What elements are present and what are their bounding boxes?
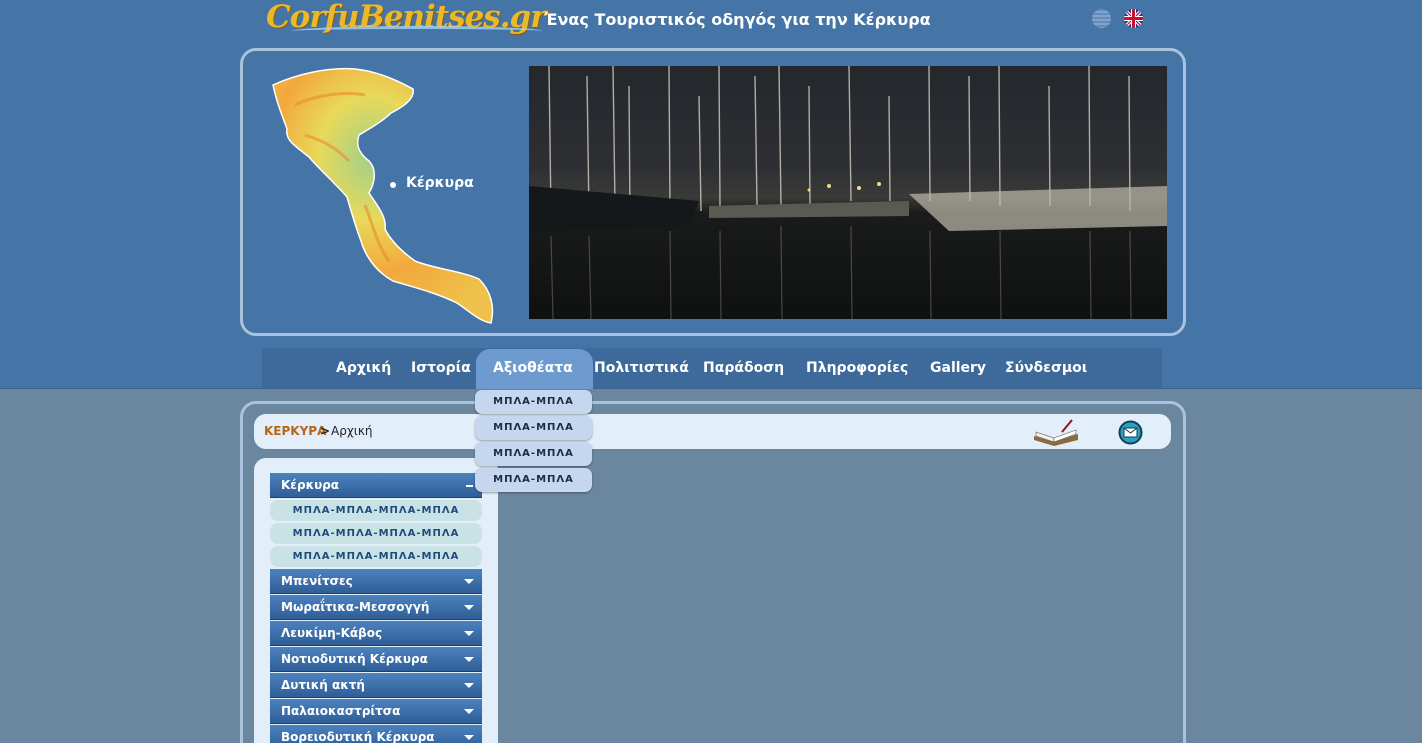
dropdown-item[interactable]: ΜΠΛΑ-ΜΠΛΑ: [475, 442, 592, 466]
breadcrumb-root-link[interactable]: ΚΕΡΚΥΡΑ: [264, 424, 326, 438]
site-header: CorfuBenitses.gr Ένας Τουριστικός οδηγός…: [262, 0, 1162, 44]
chevron-down-icon: [464, 657, 474, 662]
breadcrumb-current: Αρχική: [331, 424, 373, 438]
logo-swoosh: [292, 26, 542, 36]
chevron-down-icon: [464, 709, 474, 714]
corfu-map: [272, 67, 494, 324]
sidebar-item-paleokastritsa[interactable]: Παλαιοκαστρίτσα: [270, 699, 482, 724]
menu-culture[interactable]: Πολιτιστικά: [594, 348, 689, 388]
sidebar-item-northwest[interactable]: Βορειοδυτική Κέρκυρα: [270, 725, 482, 743]
map-label: Κέρκυρα: [406, 175, 474, 191]
chevron-down-icon: [464, 735, 474, 740]
chevron-down-icon: [464, 683, 474, 688]
sidebar-item-benitses[interactable]: Μπενίτσες: [270, 569, 482, 594]
sidebar-item-label: Νοτιοδυτική Κέρκυρα: [281, 652, 428, 666]
menu-tradition[interactable]: Παράδοση: [703, 348, 784, 388]
sidebar-item-southwest[interactable]: Νοτιοδυτική Κέρκυρα: [270, 647, 482, 672]
sidebar-item-label: Μπενίτσες: [281, 574, 353, 588]
sidebar-item-label: Λευκίμη-Κάβος: [281, 626, 383, 640]
mail-icon[interactable]: [1118, 420, 1143, 445]
sidebar-item-label: Παλαιοκαστρίτσα: [281, 704, 401, 718]
main-menu: Αρχική Ιστορία Αξιοθέατα Πολιτιστικά Παρ…: [262, 348, 1162, 389]
sidebar: Κέρκυρα ΜΠΛΑ-ΜΠΛΑ-ΜΠΛΑ-ΜΠΛΑ ΜΠΛΑ-ΜΠΛΑ-ΜΠ…: [254, 458, 498, 743]
sidebar-item-label: Δυτική ακτή: [281, 678, 365, 692]
sidebar-item-label: Βορειοδυτική Κέρκυρα: [281, 730, 435, 743]
site-tagline: Ένας Τουριστικός οδηγός για την Κέρκυρα: [544, 10, 931, 29]
chevron-down-icon: [464, 605, 474, 610]
sidebar-item-kerkyra[interactable]: Κέρκυρα: [270, 473, 482, 498]
menu-sights[interactable]: Αξιοθέατα: [493, 348, 573, 388]
dropdown-item[interactable]: ΜΠΛΑ-ΜΠΛΑ: [475, 390, 592, 414]
english-flag-icon[interactable]: [1124, 9, 1143, 28]
menu-gallery[interactable]: Gallery: [930, 348, 986, 388]
guestbook-icon[interactable]: [1032, 418, 1080, 446]
map-city-marker: [390, 182, 396, 188]
sidebar-subitem[interactable]: ΜΠΛΑ-ΜΠΛΑ-ΜΠΛΑ-ΜΠΛΑ: [270, 500, 482, 521]
menu-history[interactable]: Ιστορία: [411, 348, 471, 388]
sidebar-item-moraitika[interactable]: Μωραΐτικα-Μεσσογγή: [270, 595, 482, 620]
sidebar-subitem[interactable]: ΜΠΛΑ-ΜΠΛΑ-ΜΠΛΑ-ΜΠΛΑ: [270, 523, 482, 544]
breadcrumb-separator: >: [320, 424, 331, 438]
sidebar-item-label: Μωραΐτικα-Μεσσογγή: [281, 600, 430, 614]
menu-information[interactable]: Πληροφορίες: [806, 348, 908, 388]
dropdown-item[interactable]: ΜΠΛΑ-ΜΠΛΑ: [475, 468, 592, 492]
breadcrumb: ΚΕΡΚΥΡΑ > Αρχική: [254, 414, 1171, 449]
sidebar-item-west-coast[interactable]: Δυτική ακτή: [270, 673, 482, 698]
greek-flag-icon[interactable]: [1092, 9, 1111, 28]
sidebar-item-lefkimi[interactable]: Λευκίμη-Κάβος: [270, 621, 482, 646]
banner-photo-marina: [529, 66, 1167, 319]
sidebar-subitem[interactable]: ΜΠΛΑ-ΜΠΛΑ-ΜΠΛΑ-ΜΠΛΑ: [270, 546, 482, 567]
chevron-down-icon: [464, 631, 474, 636]
menu-links[interactable]: Σύνδεσμοι: [1005, 348, 1087, 388]
banner-frame: Κέρκυρα: [240, 48, 1186, 336]
collapse-icon: [466, 485, 473, 487]
menu-home[interactable]: Αρχική: [336, 348, 391, 388]
dropdown-item[interactable]: ΜΠΛΑ-ΜΠΛΑ: [475, 416, 592, 440]
chevron-down-icon: [464, 579, 474, 584]
sidebar-item-label: Κέρκυρα: [281, 478, 340, 492]
